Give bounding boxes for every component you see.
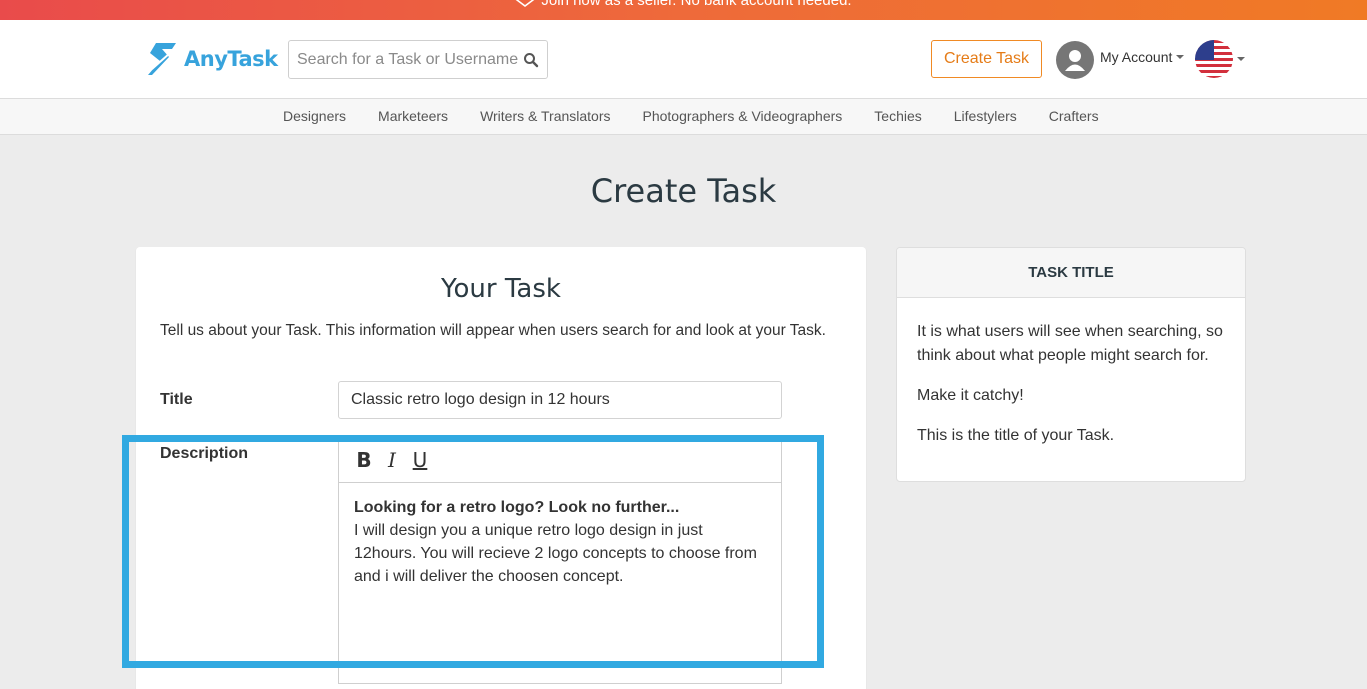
editor-toolbar: B I U: [339, 438, 781, 483]
category-techies[interactable]: Techies: [874, 108, 921, 124]
tip-line: Make it catchy!: [917, 387, 1024, 404]
promo-banner[interactable]: Join now as a seller. No bank account ne…: [0, 0, 1367, 20]
category-crafters[interactable]: Crafters: [1049, 108, 1099, 124]
description-bold-line: Looking for a retro logo? Look no furthe…: [354, 499, 680, 516]
search-box: [288, 40, 548, 79]
logo-bolt-icon: [148, 43, 176, 75]
tip-card: TASK TITLE It is what users will see whe…: [896, 247, 1246, 482]
form-intro: Tell us about your Task. This informatio…: [160, 322, 826, 339]
category-nav: Designers Marketeers Writers & Translato…: [0, 99, 1367, 135]
page-title: Create Task: [590, 172, 777, 210]
category-marketeers[interactable]: Marketeers: [378, 108, 448, 124]
site-header: AnyTask Create Task My Account: [0, 20, 1367, 99]
title-label: Title: [160, 391, 193, 408]
title-input[interactable]: [338, 381, 782, 419]
search-input[interactable]: [289, 41, 519, 78]
promo-text: Join now as a seller. No bank account ne…: [541, 0, 852, 9]
category-lifestylers[interactable]: Lifestylers: [954, 108, 1017, 124]
user-icon: [1065, 50, 1085, 71]
chevron-down-icon: [1237, 57, 1245, 61]
handshake-icon: [515, 0, 535, 8]
form-heading: Your Task: [441, 274, 561, 304]
avatar[interactable]: [1056, 41, 1094, 79]
description-editor[interactable]: B I U Looking for a retro logo? Look no …: [338, 437, 782, 684]
bold-button[interactable]: B: [353, 448, 375, 472]
tip-body: It is what users will see when searching…: [897, 298, 1245, 448]
account-menu[interactable]: My Account: [1100, 49, 1185, 65]
italic-button[interactable]: I: [381, 448, 403, 472]
description-content[interactable]: Looking for a retro logo? Look no furthe…: [354, 496, 769, 588]
logo-text: AnyTask: [184, 47, 278, 71]
chevron-down-icon: [1176, 55, 1185, 59]
logo[interactable]: AnyTask: [142, 39, 278, 79]
category-photographers-videographers[interactable]: Photographers & Videographers: [643, 108, 843, 124]
create-task-button[interactable]: Create Task: [931, 40, 1042, 78]
search-icon[interactable]: [523, 52, 539, 68]
underline-button[interactable]: U: [409, 448, 431, 472]
tip-line: It is what users will see when searching…: [917, 323, 1223, 364]
task-form-card: Your Task Tell us about your Task. This …: [136, 247, 866, 689]
category-designers[interactable]: Designers: [283, 108, 346, 124]
description-label: Description: [160, 445, 249, 462]
tip-line: This is the title of your Task.: [917, 427, 1115, 444]
category-writers-translators[interactable]: Writers & Translators: [480, 108, 610, 124]
us-flag-icon: [1195, 40, 1233, 78]
tip-heading: TASK TITLE: [897, 248, 1245, 298]
description-text: I will design you a unique retro logo de…: [354, 522, 757, 585]
account-label: My Account: [1100, 49, 1173, 65]
language-selector[interactable]: [1195, 40, 1245, 78]
